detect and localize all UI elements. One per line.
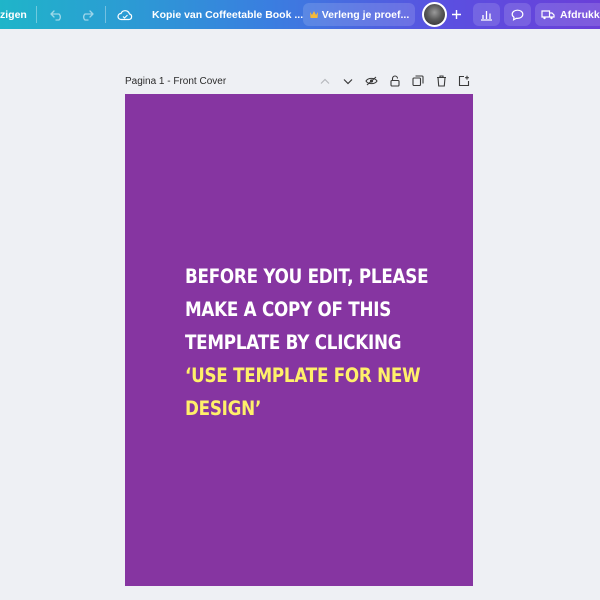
text-line: MAKE A COPY OF THIS xyxy=(185,298,392,321)
undo-icon[interactable] xyxy=(48,0,66,29)
plus-icon[interactable] xyxy=(447,0,465,29)
duplicate-icon[interactable] xyxy=(411,74,425,88)
cloud-save-icon[interactable] xyxy=(115,0,135,29)
toolbar-divider xyxy=(105,6,106,23)
chevron-up-icon[interactable] xyxy=(318,74,332,88)
instruction-text[interactable]: BEFORE YOU EDIT, PLEASE MAKE A COPY OF T… xyxy=(185,260,443,425)
redo-icon[interactable] xyxy=(78,0,96,29)
text-line: BEFORE YOU EDIT, PLEASE xyxy=(185,265,429,288)
top-toolbar: zigen Kopie van Coffeetable Book ... Ver… xyxy=(0,0,600,29)
avatar[interactable] xyxy=(422,2,447,27)
chevron-down-icon[interactable] xyxy=(341,74,355,88)
truck-icon xyxy=(541,9,555,20)
insights-button[interactable] xyxy=(473,3,500,26)
toolbar-divider xyxy=(36,6,37,23)
print-label: Afdrukke xyxy=(560,8,600,21)
design-title[interactable]: Kopie van Coffeetable Book ... xyxy=(152,0,303,29)
text-line-highlight: ‘USE TEMPLATE FOR NEW xyxy=(185,364,421,387)
text-line: TEMPLATE BY CLICKING xyxy=(185,331,402,354)
design-page[interactable]: BEFORE YOU EDIT, PLEASE MAKE A COPY OF T… xyxy=(125,94,473,586)
print-button[interactable]: Afdrukke xyxy=(535,3,600,26)
page-title[interactable]: Pagina 1 - Front Cover xyxy=(125,76,226,87)
lock-icon[interactable] xyxy=(388,74,402,88)
crown-icon xyxy=(309,10,319,19)
trash-icon[interactable] xyxy=(434,74,448,88)
add-page-icon[interactable] xyxy=(457,74,471,88)
hide-icon[interactable] xyxy=(364,74,378,88)
comments-button[interactable] xyxy=(504,3,531,26)
analytics-icon xyxy=(480,9,493,21)
extend-trial-label: Verleng je proef... xyxy=(321,8,410,21)
comment-icon xyxy=(511,9,524,21)
extend-trial-button[interactable]: Verleng je proef... xyxy=(303,3,415,26)
resize-menu-partial[interactable]: zigen xyxy=(0,0,27,29)
text-line-highlight: DESIGN’ xyxy=(185,397,262,420)
